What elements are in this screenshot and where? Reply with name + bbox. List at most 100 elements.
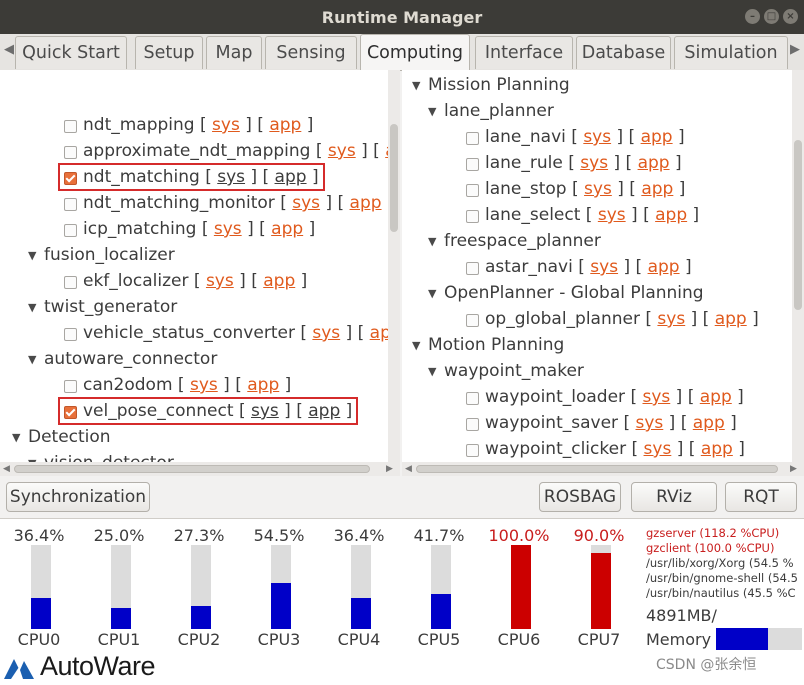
app-link[interactable]: app bbox=[715, 309, 747, 329]
checkbox[interactable] bbox=[64, 379, 77, 393]
checkbox[interactable] bbox=[466, 157, 479, 171]
sys-link[interactable]: sys bbox=[583, 127, 611, 147]
tree-group[interactable]: ▼ Motion Planning bbox=[412, 332, 564, 358]
expand-arrow-icon[interactable]: ▼ bbox=[28, 353, 44, 366]
checkbox[interactable] bbox=[64, 119, 77, 133]
app-link[interactable]: app bbox=[247, 375, 279, 395]
checkbox[interactable] bbox=[466, 391, 479, 405]
sys-link[interactable]: sys bbox=[584, 179, 612, 199]
tab-quick-start[interactable]: Quick Start bbox=[15, 36, 127, 69]
tree-group[interactable]: ▼ waypoint_maker bbox=[428, 358, 584, 384]
expand-arrow-icon[interactable]: ▼ bbox=[28, 301, 44, 314]
scroll-right-icon[interactable]: ▶ bbox=[386, 464, 393, 474]
expand-arrow-icon[interactable]: ▼ bbox=[412, 79, 428, 92]
checkbox[interactable] bbox=[64, 327, 77, 341]
tree-group[interactable]: ▼ twist_generator bbox=[28, 294, 177, 320]
tab-setup[interactable]: Setup bbox=[135, 36, 203, 69]
tree-group[interactable]: ▼ Detection bbox=[12, 424, 111, 450]
app-link[interactable]: app bbox=[701, 439, 733, 459]
app-link[interactable]: app bbox=[263, 271, 295, 291]
right-vertical-scrollbar[interactable] bbox=[792, 70, 804, 462]
tree-item[interactable]: lane_select [ sys ] [ app ] bbox=[466, 202, 699, 228]
tab-simulation[interactable]: Simulation bbox=[674, 36, 788, 69]
scroll-thumb[interactable] bbox=[390, 124, 398, 232]
expand-arrow-icon[interactable]: ▼ bbox=[28, 249, 44, 262]
app-link[interactable]: app bbox=[648, 257, 680, 277]
app-link[interactable]: app bbox=[271, 219, 303, 239]
checkbox[interactable] bbox=[466, 261, 479, 275]
checkbox[interactable] bbox=[466, 417, 479, 431]
app-link[interactable]: app bbox=[655, 205, 687, 225]
tree-item[interactable]: waypoint_saver [ sys ] [ app ] bbox=[466, 410, 737, 436]
synchronization-button[interactable]: Synchronization bbox=[6, 482, 150, 512]
sys-link[interactable]: sys bbox=[206, 271, 234, 291]
tree-group[interactable]: ▼ Mission Planning bbox=[412, 72, 570, 98]
scroll-thumb[interactable] bbox=[794, 140, 802, 310]
tree-group[interactable]: ▼ autoware_connector bbox=[28, 346, 217, 372]
checkbox[interactable] bbox=[64, 197, 77, 211]
scroll-left-icon[interactable]: ◀ bbox=[405, 464, 412, 474]
app-link[interactable]: app bbox=[641, 127, 673, 147]
app-link[interactable]: app bbox=[700, 387, 732, 407]
expand-arrow-icon[interactable]: ▼ bbox=[428, 365, 444, 378]
app-link[interactable]: app bbox=[370, 323, 388, 343]
tree-item[interactable]: ndt_mapping [ sys ] [ app ] bbox=[64, 112, 313, 138]
checkbox[interactable] bbox=[64, 145, 77, 159]
tab-database[interactable]: Database bbox=[576, 36, 671, 69]
sys-link[interactable]: sys bbox=[598, 205, 626, 225]
sys-link[interactable]: sys bbox=[328, 141, 356, 161]
sys-link[interactable]: sys bbox=[190, 375, 218, 395]
tree-item[interactable]: waypoint_clicker [ sys ] [ app ] bbox=[466, 436, 745, 462]
rviz-button[interactable]: RViz bbox=[631, 482, 717, 512]
tree-item[interactable]: op_global_planner [ sys ] [ app ] bbox=[466, 306, 759, 332]
tree-item[interactable]: icp_matching [ sys ] [ app ] bbox=[64, 216, 315, 242]
checkbox[interactable] bbox=[466, 209, 479, 223]
app-link[interactable]: app bbox=[269, 115, 301, 135]
sys-link[interactable]: sys bbox=[642, 387, 670, 407]
close-icon[interactable]: × bbox=[783, 9, 798, 24]
sys-link[interactable]: sys bbox=[214, 219, 242, 239]
checkbox[interactable] bbox=[466, 443, 479, 457]
tree-item[interactable]: vehicle_status_converter [ sys ] [ app ] bbox=[64, 320, 388, 346]
tree-item[interactable]: astar_navi [ sys ] [ app ] bbox=[466, 254, 692, 280]
sys-link[interactable]: sys bbox=[292, 193, 320, 213]
tree-item[interactable]: lane_rule [ sys ] [ app ] bbox=[466, 150, 682, 176]
maximize-icon[interactable]: □ bbox=[764, 9, 779, 24]
tab-interface[interactable]: Interface bbox=[475, 36, 573, 69]
expand-arrow-icon[interactable]: ▼ bbox=[428, 235, 444, 248]
expand-arrow-icon[interactable]: ▼ bbox=[428, 287, 444, 300]
expand-arrow-icon[interactable]: ▼ bbox=[412, 339, 428, 352]
tree-group[interactable]: ▼ OpenPlanner - Global Planning bbox=[428, 280, 704, 306]
scroll-right-icon[interactable]: ▶ bbox=[790, 464, 797, 474]
checkbox[interactable] bbox=[64, 223, 77, 237]
tab-scroll-right-icon[interactable]: ▶ bbox=[790, 42, 800, 57]
scroll-thumb[interactable] bbox=[416, 465, 778, 473]
left-vertical-scrollbar[interactable] bbox=[388, 70, 400, 462]
sys-link[interactable]: sys bbox=[312, 323, 340, 343]
checkbox[interactable] bbox=[466, 131, 479, 145]
sys-link[interactable]: sys bbox=[212, 115, 240, 135]
sys-link[interactable]: sys bbox=[590, 257, 618, 277]
expand-arrow-icon[interactable]: ▼ bbox=[428, 105, 444, 118]
sys-link[interactable]: sys bbox=[657, 309, 685, 329]
right-horizontal-scrollbar[interactable]: ◀ ▶ bbox=[402, 462, 804, 476]
scroll-left-icon[interactable]: ◀ bbox=[3, 464, 10, 474]
sys-link[interactable]: sys bbox=[580, 153, 608, 173]
app-link[interactable]: app bbox=[641, 179, 673, 199]
tree-item[interactable]: lane_stop [ sys ] [ app ] bbox=[466, 176, 685, 202]
app-link[interactable]: app bbox=[638, 153, 670, 173]
tab-scroll-left-icon[interactable]: ◀ bbox=[4, 42, 14, 57]
tree-item[interactable]: ndt_matching_monitor [ sys ] [ app ] bbox=[64, 190, 388, 216]
app-link[interactable]: app bbox=[693, 413, 725, 433]
tab-computing[interactable]: Computing bbox=[360, 34, 470, 70]
tree-item[interactable]: approximate_ndt_mapping [ sys ] [ app ] bbox=[64, 138, 388, 164]
left-horizontal-scrollbar[interactable]: ◀ ▶ bbox=[0, 462, 400, 476]
minimize-icon[interactable]: – bbox=[745, 9, 760, 24]
tree-item[interactable]: ekf_localizer [ sys ] [ app ] bbox=[64, 268, 307, 294]
app-link[interactable]: app bbox=[350, 193, 382, 213]
tree-item[interactable]: can2odom [ sys ] [ app ] bbox=[64, 372, 291, 398]
tree-item[interactable]: waypoint_loader [ sys ] [ app ] bbox=[466, 384, 744, 410]
checkbox[interactable] bbox=[466, 313, 479, 327]
rosbag-button[interactable]: ROSBAG bbox=[539, 482, 621, 512]
tree-group[interactable]: ▼ freespace_planner bbox=[428, 228, 601, 254]
